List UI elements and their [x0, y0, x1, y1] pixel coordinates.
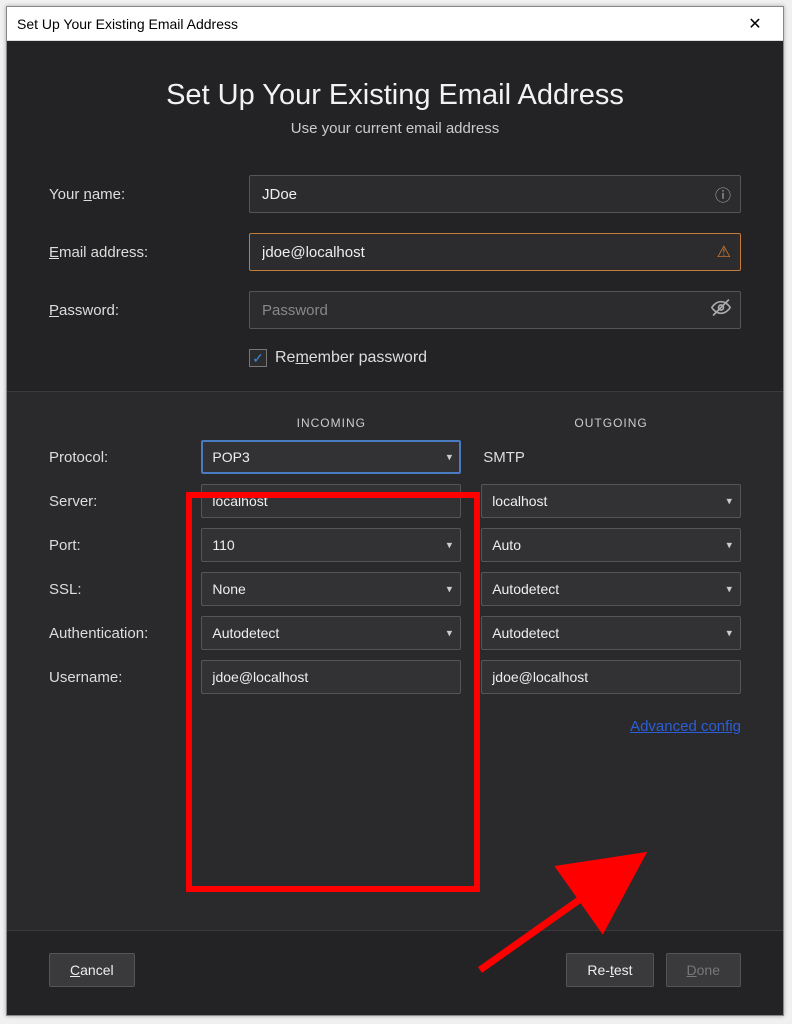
- ssl-row: SSL: None ▾ Autodetect ▾: [49, 572, 741, 606]
- incoming-port-select[interactable]: 110 ▾: [201, 528, 461, 562]
- warning-icon: ⚠: [717, 242, 731, 262]
- outgoing-server-select[interactable]: localhost ▾: [481, 484, 741, 518]
- retest-button[interactable]: Re-test: [566, 953, 653, 987]
- info-icon: ⓘ: [715, 182, 731, 206]
- column-headers: INCOMING OUTGOING: [49, 416, 741, 430]
- page-subtitle: Use your current email address: [27, 120, 763, 137]
- advanced-config-link[interactable]: Advanced config: [630, 718, 741, 735]
- form-upper: Your name: ⓘ Email address: ⚠ Passwo: [7, 165, 783, 391]
- username-label: Username:: [49, 669, 201, 686]
- chevron-down-icon: ▾: [447, 539, 453, 552]
- incoming-server-input[interactable]: localhost: [201, 484, 461, 518]
- outgoing-protocol-value: SMTP: [481, 449, 741, 466]
- protocol-label: Protocol:: [49, 449, 201, 466]
- protocol-row: Protocol: POP3 ▾ SMTP: [49, 440, 741, 474]
- chevron-down-icon: ▾: [726, 539, 732, 552]
- remember-row: ✓ Remember password: [49, 349, 741, 367]
- name-input[interactable]: [249, 175, 741, 213]
- password-label: Password:: [49, 302, 249, 319]
- close-button[interactable]: ✕: [735, 10, 775, 38]
- outgoing-port-select[interactable]: Auto ▾: [481, 528, 741, 562]
- server-panel: INCOMING OUTGOING Protocol: POP3 ▾ SMTP …: [7, 391, 783, 930]
- eye-off-icon[interactable]: [711, 298, 731, 323]
- chevron-down-icon: ▾: [726, 627, 732, 640]
- window-title: Set Up Your Existing Email Address: [17, 16, 735, 32]
- chevron-down-icon: ▾: [726, 583, 732, 596]
- chevron-down-icon: ▾: [447, 451, 453, 464]
- incoming-protocol-select[interactable]: POP3 ▾: [201, 440, 461, 474]
- done-button[interactable]: Done: [666, 953, 741, 987]
- footer: Cancel Re-test Done: [7, 930, 783, 1015]
- remember-label: Remember password: [275, 349, 427, 367]
- server-row: Server: localhost localhost ▾: [49, 484, 741, 518]
- chevron-down-icon: ▾: [447, 627, 453, 640]
- incoming-username-input[interactable]: jdoe@localhost: [201, 660, 461, 694]
- auth-row: Authentication: Autodetect ▾ Autodetect …: [49, 616, 741, 650]
- auth-label: Authentication:: [49, 625, 201, 642]
- advanced-config-row: Advanced config: [49, 718, 741, 736]
- incoming-auth-select[interactable]: Autodetect ▾: [201, 616, 461, 650]
- ssl-label: SSL:: [49, 581, 201, 598]
- titlebar: Set Up Your Existing Email Address ✕: [7, 7, 783, 41]
- chevron-down-icon: ▾: [726, 495, 732, 508]
- incoming-ssl-select[interactable]: None ▾: [201, 572, 461, 606]
- setup-window: Set Up Your Existing Email Address ✕ Set…: [6, 6, 784, 1016]
- server-label: Server:: [49, 493, 201, 510]
- email-input[interactable]: [249, 233, 741, 271]
- incoming-header: INCOMING: [201, 416, 461, 430]
- content-area: Set Up Your Existing Email Address Use y…: [7, 41, 783, 1015]
- email-row: Email address: ⚠: [49, 233, 741, 271]
- outgoing-auth-select[interactable]: Autodetect ▾: [481, 616, 741, 650]
- email-label: Email address:: [49, 244, 249, 261]
- outgoing-ssl-select[interactable]: Autodetect ▾: [481, 572, 741, 606]
- port-label: Port:: [49, 537, 201, 554]
- close-icon: ✕: [748, 14, 761, 34]
- chevron-down-icon: ▾: [447, 583, 453, 596]
- outgoing-header: OUTGOING: [481, 416, 741, 430]
- cancel-button[interactable]: Cancel: [49, 953, 135, 987]
- password-row: Password:: [49, 291, 741, 329]
- remember-checkbox[interactable]: ✓: [249, 349, 267, 367]
- name-label: Your name:: [49, 186, 249, 203]
- username-row: Username: jdoe@localhost jdoe@localhost: [49, 660, 741, 694]
- port-row: Port: 110 ▾ Auto ▾: [49, 528, 741, 562]
- page-title: Set Up Your Existing Email Address: [27, 79, 763, 112]
- outgoing-username-input[interactable]: jdoe@localhost: [481, 660, 741, 694]
- password-input[interactable]: [249, 291, 741, 329]
- header: Set Up Your Existing Email Address Use y…: [7, 41, 783, 165]
- name-row: Your name: ⓘ: [49, 175, 741, 213]
